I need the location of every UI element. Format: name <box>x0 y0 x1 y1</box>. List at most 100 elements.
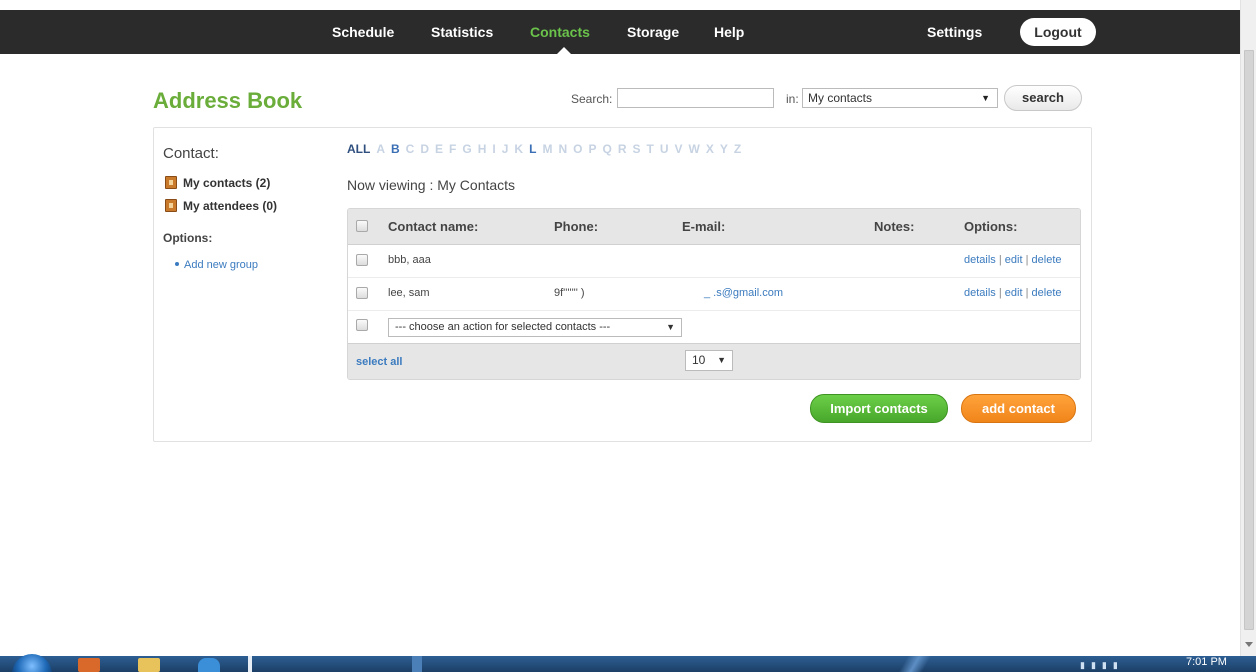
alphabet-filter: ALL A B C D E F G H I J K L M N O P Q R S T U V W X Y Z <box>347 142 747 156</box>
row-checkbox[interactable] <box>356 287 368 299</box>
table-row: bbb, aaa details | edit | delete <box>348 245 1080 278</box>
import-contacts-button[interactable]: Import contacts <box>810 394 948 423</box>
bullet-icon <box>175 262 179 266</box>
alphabet-letter-h[interactable]: H <box>478 142 487 156</box>
select-all-checkbox[interactable] <box>356 220 368 232</box>
folder-icon[interactable] <box>138 658 160 672</box>
column-header-options: Options: <box>964 219 1018 234</box>
select-all-link[interactable]: select all <box>356 356 402 368</box>
separator: | <box>1025 254 1029 266</box>
alphabet-letter-w[interactable]: W <box>689 142 700 156</box>
details-link[interactable]: details <box>964 287 996 299</box>
per-page-value: 10 <box>692 353 706 367</box>
alphabet-letter-u[interactable]: U <box>660 142 669 156</box>
contact-name: lee, sam <box>388 287 430 299</box>
row-options: details | edit | delete <box>964 254 1062 266</box>
alphabet-letter-g[interactable]: G <box>462 142 471 156</box>
nav-storage[interactable]: Storage <box>627 10 679 54</box>
vertical-scrollbar[interactable] <box>1240 0 1256 656</box>
alphabet-letter-i[interactable]: I <box>492 142 495 156</box>
edit-link[interactable]: edit <box>1005 287 1023 299</box>
top-nav-bar: Schedule Statistics Contacts Storage Hel… <box>0 10 1240 54</box>
search-scope-select[interactable]: My contacts ▼ <box>802 88 998 108</box>
logout-button[interactable]: Logout <box>1020 18 1096 46</box>
alphabet-letter-f[interactable]: F <box>449 142 456 156</box>
contact-name: bbb, aaa <box>388 254 431 266</box>
dropdown-caret-icon: ▼ <box>981 93 990 103</box>
sidebar-item-my-contacts[interactable]: My contacts (2) <box>165 176 270 190</box>
alphabet-letter-s[interactable]: S <box>632 142 640 156</box>
search-button[interactable]: search <box>1004 85 1082 111</box>
contacts-table: Contact name: Phone: E-mail: Notes: Opti… <box>347 208 1081 380</box>
alphabet-letter-q[interactable]: Q <box>602 142 611 156</box>
page-title: Address Book <box>153 88 303 113</box>
taskbar-window-button[interactable] <box>412 656 422 672</box>
alphabet-letter-p[interactable]: P <box>588 142 596 156</box>
edit-link[interactable]: edit <box>1005 254 1023 266</box>
os-taskbar: ▮▮▮▮ 7:01 PM <box>0 654 1256 672</box>
taskbar-clock[interactable]: 7:01 PM <box>1186 656 1227 668</box>
alphabet-letter-a[interactable]: A <box>376 142 385 156</box>
alphabet-letter-d[interactable]: D <box>420 142 429 156</box>
bulk-action-select[interactable]: --- choose an action for selected contac… <box>388 318 682 337</box>
scrollbar-thumb[interactable] <box>1244 50 1254 630</box>
delete-link[interactable]: delete <box>1032 254 1062 266</box>
column-header-phone: Phone: <box>554 219 599 234</box>
dropdown-caret-icon: ▼ <box>717 355 726 365</box>
add-new-group-label: Add new group <box>184 259 258 271</box>
app-icon[interactable] <box>78 658 100 672</box>
alphabet-letter-j[interactable]: J <box>502 142 509 156</box>
sidebar-item-my-attendees[interactable]: My attendees (0) <box>165 199 277 213</box>
alphabet-letter-z[interactable]: Z <box>734 142 741 156</box>
alphabet-letter-c[interactable]: C <box>406 142 415 156</box>
search-input[interactable] <box>617 88 774 108</box>
details-link[interactable]: details <box>964 254 996 266</box>
alphabet-letter-l[interactable]: L <box>529 142 536 156</box>
alphabet-letter-k[interactable]: K <box>514 142 523 156</box>
browser-icon[interactable] <box>198 658 220 672</box>
table-header: Contact name: Phone: E-mail: Notes: Opti… <box>348 209 1080 245</box>
search-scope-value: My contacts <box>808 91 873 105</box>
row-checkbox[interactable] <box>356 254 368 266</box>
start-button-icon[interactable] <box>12 654 52 672</box>
delete-link[interactable]: delete <box>1032 287 1062 299</box>
scroll-down-arrow-icon[interactable] <box>1245 642 1253 647</box>
taskbar-glare <box>890 656 940 672</box>
sidebar-heading: Contact: <box>163 145 219 162</box>
table-row: lee, sam 9f''''''' ) _ .s@gmail.com deta… <box>348 278 1080 311</box>
alphabet-letter-m[interactable]: M <box>542 142 552 156</box>
alphabet-letter-all[interactable]: ALL <box>347 142 370 156</box>
alphabet-letter-y[interactable]: Y <box>720 142 728 156</box>
alphabet-letter-b[interactable]: B <box>391 142 400 156</box>
separator: | <box>998 254 1002 266</box>
column-header-notes: Notes: <box>874 219 915 234</box>
bulk-action-row: --- choose an action for selected contac… <box>348 311 1080 344</box>
contact-email[interactable]: _ .s@gmail.com <box>704 287 783 299</box>
alphabet-letter-n[interactable]: N <box>558 142 567 156</box>
row-options: details | edit | delete <box>964 287 1062 299</box>
column-header-name: Contact name: <box>388 219 479 234</box>
bulk-checkbox[interactable] <box>356 319 368 331</box>
nav-help[interactable]: Help <box>714 10 744 54</box>
add-new-group-link[interactable]: Add new group <box>175 259 258 271</box>
system-tray-icons[interactable]: ▮▮▮▮ <box>1080 660 1170 670</box>
nav-statistics[interactable]: Statistics <box>431 10 493 54</box>
separator: | <box>998 287 1002 299</box>
taskbar-active-window[interactable] <box>248 656 252 672</box>
alphabet-letter-e[interactable]: E <box>435 142 443 156</box>
alphabet-letter-r[interactable]: R <box>618 142 627 156</box>
now-viewing-label: Now viewing : My Contacts <box>347 177 516 193</box>
alphabet-letter-x[interactable]: X <box>706 142 714 156</box>
per-page-select[interactable]: 10 ▼ <box>685 350 733 371</box>
nav-schedule[interactable]: Schedule <box>332 10 394 54</box>
alphabet-letter-o[interactable]: O <box>573 142 582 156</box>
sidebar-item-label: My contacts (2) <box>183 176 271 190</box>
active-nav-indicator <box>557 47 571 54</box>
column-header-email: E-mail: <box>682 219 726 234</box>
alphabet-letter-v[interactable]: V <box>675 142 683 156</box>
search-scope-label: in: <box>786 92 799 106</box>
alphabet-letter-t[interactable]: T <box>647 142 654 156</box>
add-contact-button[interactable]: add contact <box>961 394 1076 423</box>
nav-settings[interactable]: Settings <box>927 10 982 54</box>
sidebar-options-heading: Options: <box>163 231 213 245</box>
